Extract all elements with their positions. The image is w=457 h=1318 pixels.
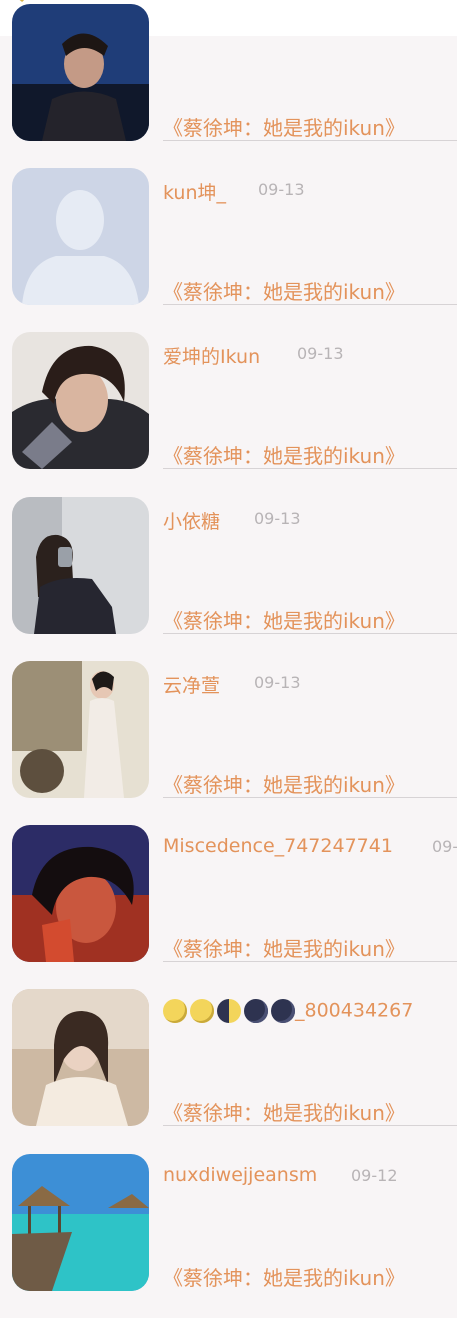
avatar-image [12,825,149,962]
user-name[interactable]: 云净萱 [163,671,220,698]
user-name-suffix: _800434267 [295,999,414,1022]
avatar[interactable] [12,661,149,798]
avatar[interactable] [12,4,149,141]
half-moon-icon [217,999,241,1023]
full-moon-icon [190,999,214,1023]
list-item[interactable]: 《蔡徐坤：她是我的ikun》 [0,4,457,168]
divider [163,797,457,798]
user-name[interactable]: 小依糖 [163,507,220,534]
full-moon-icon [163,999,187,1023]
post-date: 09-12 [351,1166,398,1185]
user-name[interactable]: Miscedence_747247741 [163,835,393,857]
moon-phase-icons [163,999,295,1023]
user-name[interactable]: kun坤_ [163,178,226,205]
list-item[interactable]: _800434267 《蔡徐坤：她是我的ikun》 [0,989,457,1153]
divider [163,1125,457,1126]
avatar-image [12,497,149,634]
new-moon-icon [244,999,268,1023]
divider [163,140,457,141]
list-item[interactable]: 云净萱 09-13 《蔡徐坤：她是我的ikun》 [0,661,457,825]
avatar-image [12,4,149,141]
post-title[interactable]: 《蔡徐坤：她是我的ikun》 [163,933,405,962]
divider [163,633,457,634]
user-name[interactable]: 爱坤的Ikun [163,342,260,369]
avatar[interactable] [12,332,149,469]
post-title[interactable]: 《蔡徐坤：她是我的ikun》 [163,1262,405,1291]
post-title[interactable]: 《蔡徐坤：她是我的ikun》 [163,276,405,305]
list-item[interactable]: Miscedence_747247741 09- 《蔡徐坤：她是我的ikun》 [0,825,457,989]
post-title[interactable]: 《蔡徐坤：她是我的ikun》 [163,112,405,141]
default-avatar-icon [12,168,149,305]
divider [163,468,457,469]
post-date: 09-13 [254,673,301,692]
divider [163,961,457,962]
avatar[interactable] [12,825,149,962]
post-date: 09- [432,837,457,856]
list-item[interactable]: kun坤_ 09-13 《蔡徐坤：她是我的ikun》 [0,168,457,332]
list-item[interactable]: nuxdiwejjeansm 09-12 《蔡徐坤：她是我的ikun》 [0,1154,457,1318]
avatar[interactable] [12,168,149,305]
post-title[interactable]: 《蔡徐坤：她是我的ikun》 [163,440,405,469]
new-moon-icon [271,999,295,1023]
post-date: 09-13 [297,344,344,363]
avatar-image [12,332,149,469]
post-date: 09-13 [254,509,301,528]
avatar-image [12,1154,149,1291]
user-name[interactable]: _800434267 [163,999,413,1023]
avatar[interactable] [12,497,149,634]
avatar-image [12,661,149,798]
avatar[interactable] [12,989,149,1126]
post-title[interactable]: 《蔡徐坤：她是我的ikun》 [163,769,405,798]
list-item[interactable]: 小依糖 09-13 《蔡徐坤：她是我的ikun》 [0,497,457,661]
comment-list: 《蔡徐坤：她是我的ikun》 kun坤_ 09-13 《蔡徐坤：她是我的ikun… [0,0,457,1291]
user-name[interactable]: nuxdiwejjeansm [163,1164,317,1186]
post-title[interactable]: 《蔡徐坤：她是我的ikun》 [163,1097,405,1126]
divider [163,304,457,305]
post-title[interactable]: 《蔡徐坤：她是我的ikun》 [163,605,405,634]
post-date: 09-13 [258,180,305,199]
avatar-image [12,989,149,1126]
list-item[interactable]: 爱坤的Ikun 09-13 《蔡徐坤：她是我的ikun》 [0,332,457,496]
avatar[interactable] [12,1154,149,1291]
